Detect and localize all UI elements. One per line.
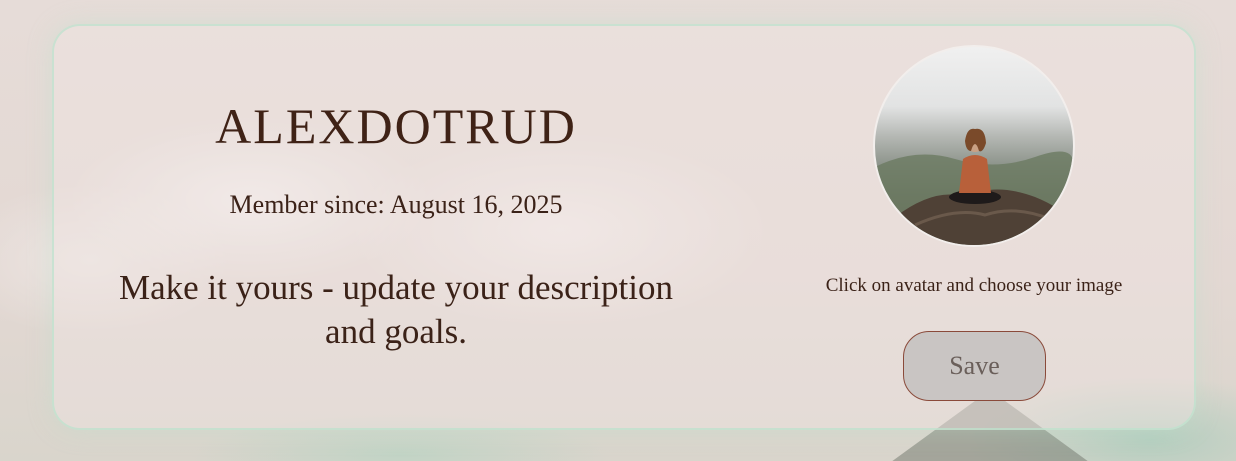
member-since-label: Member since: August 16, 2025 bbox=[229, 190, 563, 219]
profile-description[interactable]: Make it yours - update your description … bbox=[96, 266, 696, 354]
avatar-photo-icon bbox=[875, 128, 1073, 245]
profile-username: ALEXDOTRUD bbox=[215, 98, 577, 154]
save-button[interactable]: Save bbox=[903, 331, 1046, 401]
avatar-hint-text: Click on avatar and choose your image bbox=[825, 275, 1123, 296]
avatar[interactable] bbox=[873, 45, 1075, 247]
